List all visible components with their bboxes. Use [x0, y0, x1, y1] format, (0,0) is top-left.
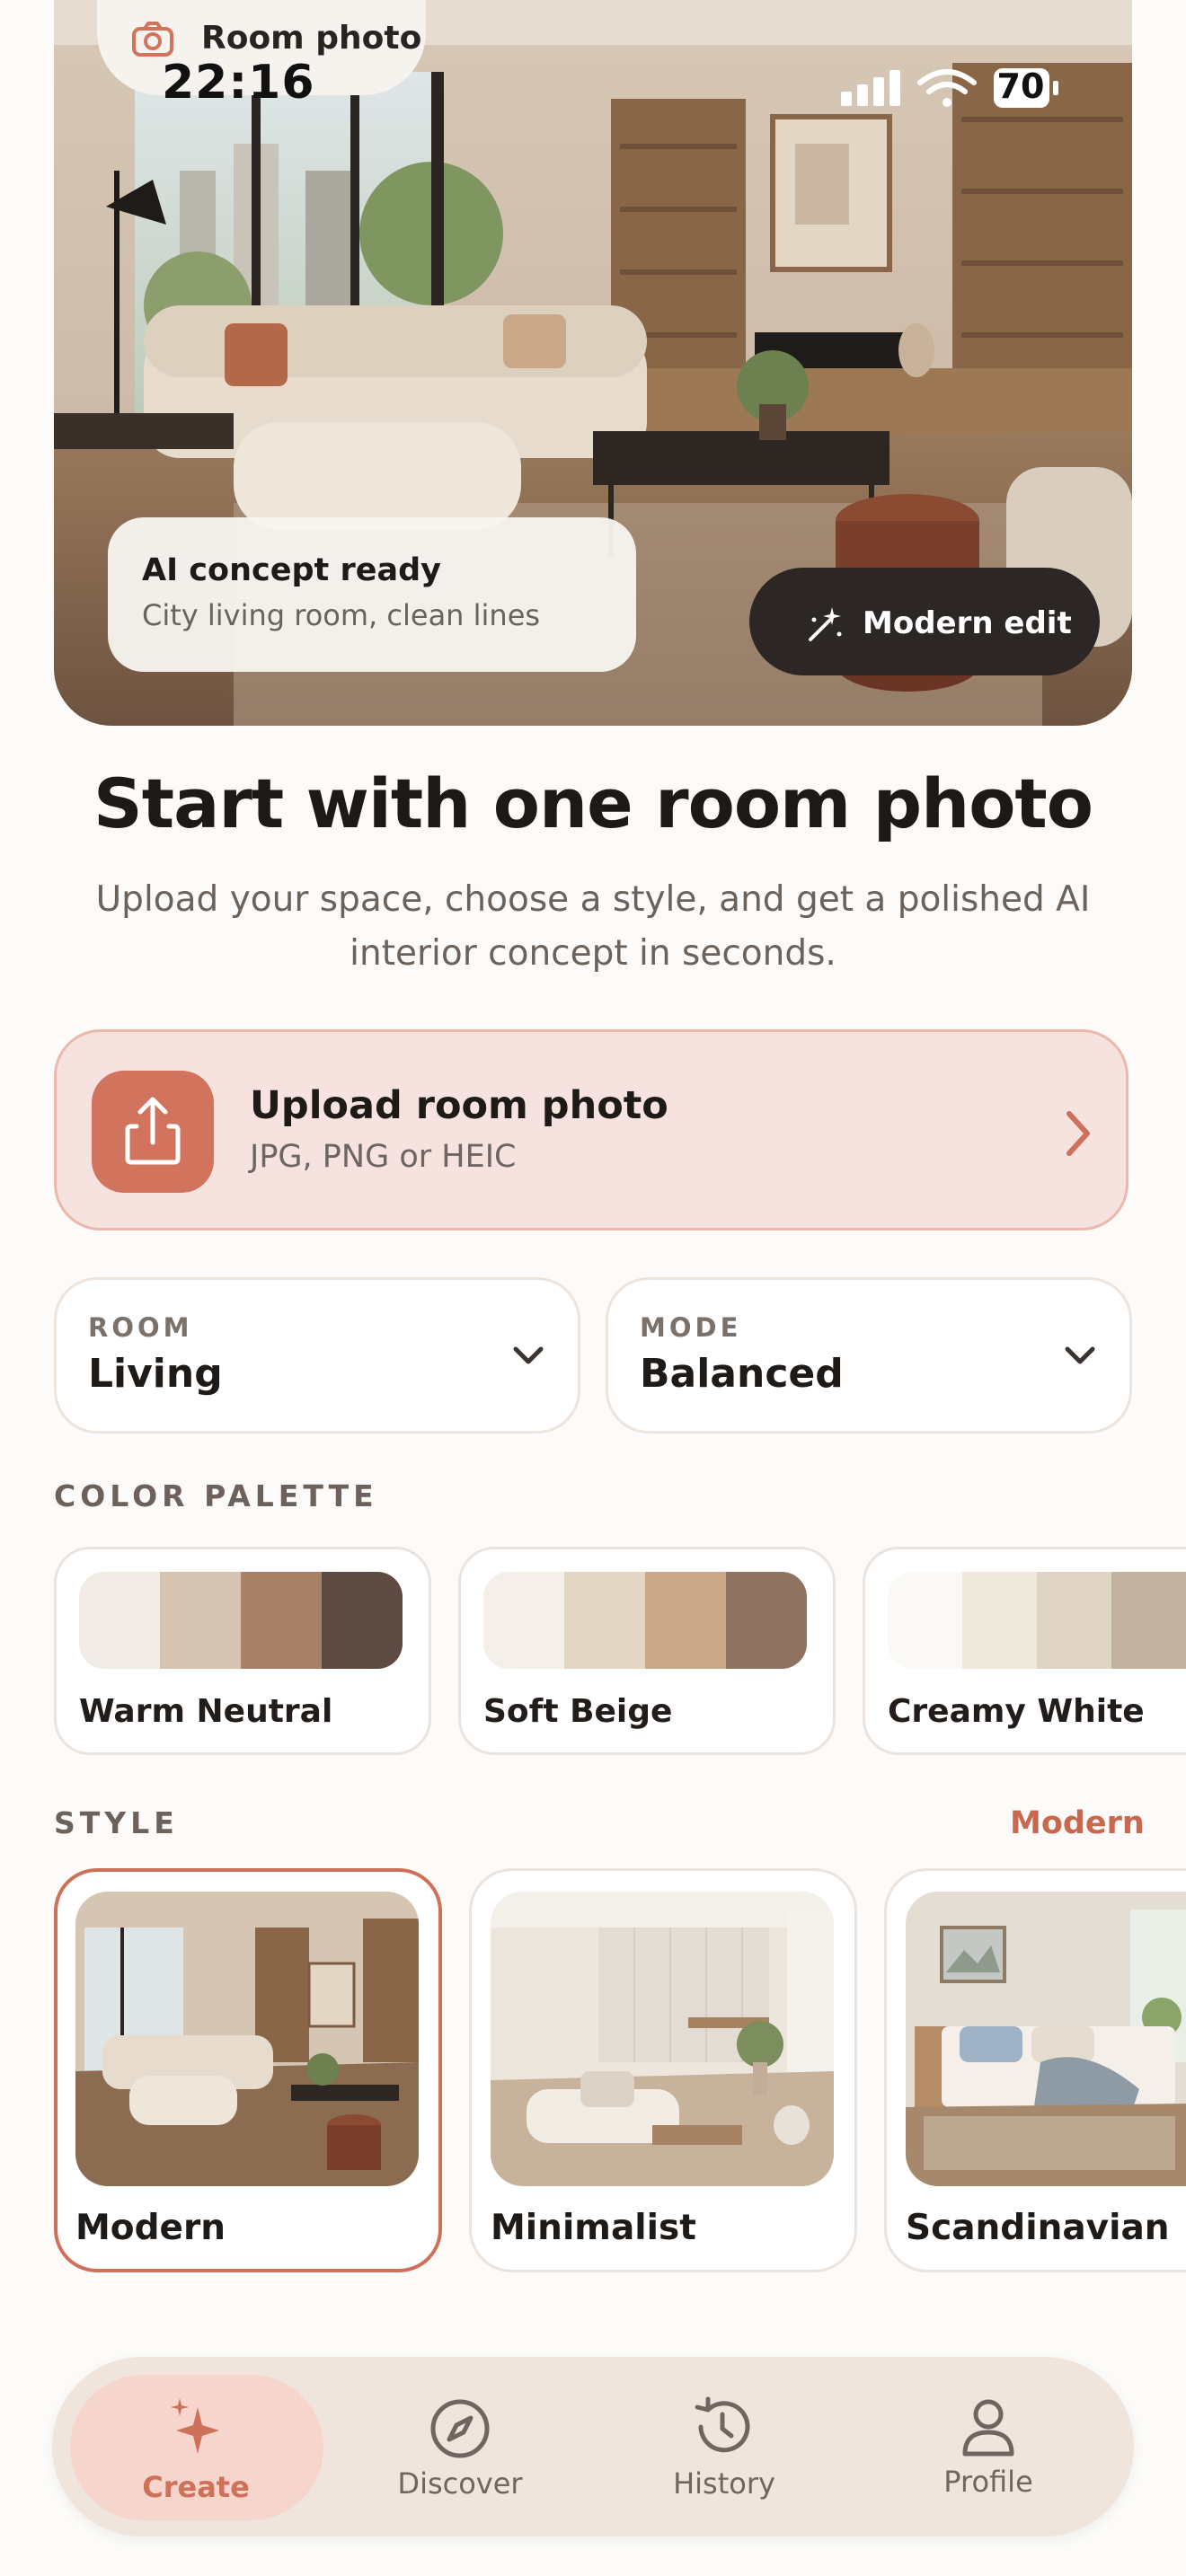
palette-name: Creamy White — [888, 1693, 1145, 1730]
upload-room-photo-button[interactable] — [54, 1029, 1128, 1231]
signal-icon — [841, 70, 900, 106]
style-name: Scandinavian — [906, 2208, 1170, 2248]
tab-profile-label: Profile — [943, 2465, 1033, 2499]
wifi-icon — [917, 69, 977, 94]
camera-icon — [132, 22, 173, 57]
selected-style-link[interactable]: Modern — [1010, 1805, 1145, 1841]
battery-level: 70 — [996, 66, 1045, 106]
upload-title: Upload room photo — [250, 1083, 668, 1128]
compass-icon — [430, 2399, 490, 2458]
history-icon — [695, 2396, 750, 2453]
style-name: Modern — [75, 2208, 226, 2248]
palette-name: Soft Beige — [483, 1693, 673, 1730]
chevron-down-icon — [1065, 1346, 1095, 1364]
room-select-value: Living — [88, 1351, 223, 1397]
share-upload-icon — [125, 1097, 181, 1165]
room-photo-label: Room photo — [201, 20, 422, 57]
style-image-modern — [75, 1892, 419, 2186]
palette-name: Warm Neutral — [79, 1693, 333, 1730]
upload-subtitle: JPG, PNG or HEIC — [250, 1139, 517, 1175]
chevron-down-icon — [513, 1346, 544, 1364]
status-icons — [841, 68, 1058, 108]
magic-wand-icon — [809, 607, 842, 641]
tab-history-label: History — [673, 2466, 775, 2501]
style-heading: STYLE — [54, 1805, 179, 1840]
tab-discover-label: Discover — [397, 2466, 523, 2501]
style-image-minimalist — [491, 1892, 834, 2186]
person-icon — [962, 2399, 1014, 2457]
palette-swatches — [79, 1572, 403, 1669]
modern-edit-label: Modern edit — [863, 605, 1072, 641]
palette-swatches — [483, 1572, 807, 1669]
chevron-right-icon — [1067, 1111, 1090, 1156]
page-subtitle: Upload your space, choose a style, and g… — [95, 879, 1091, 974]
page-title: Start with one room photo — [93, 763, 1093, 843]
concept-subtitle: City living room, clean lines — [142, 598, 541, 632]
room-select-label: ROOM — [88, 1312, 193, 1343]
upload-icon-tile — [92, 1071, 214, 1193]
style-image-scandinavian — [906, 1892, 1186, 2186]
style-name: Minimalist — [491, 2208, 696, 2248]
concept-status-card — [108, 517, 636, 672]
color-palette-heading: COLOR PALETTE — [54, 1478, 378, 1513]
concept-title: AI concept ready — [142, 552, 441, 588]
palette-swatches — [888, 1572, 1186, 1669]
mode-select-label: MODE — [640, 1312, 742, 1343]
mode-select-value: Balanced — [640, 1351, 844, 1397]
sparkles-icon — [171, 2398, 219, 2454]
status-time: 22:16 — [162, 56, 315, 110]
tab-create-label: Create — [142, 2470, 250, 2504]
